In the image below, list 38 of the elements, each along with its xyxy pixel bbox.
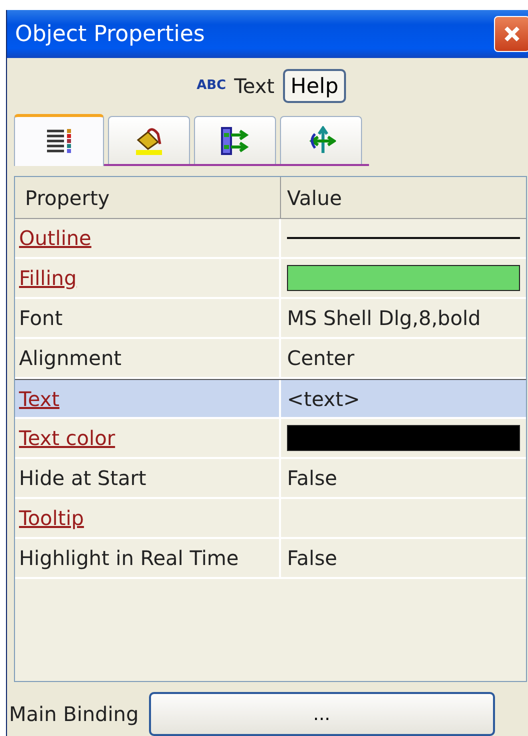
paint-bucket-icon [134, 126, 164, 156]
property-link[interactable]: Outline [19, 223, 92, 253]
close-icon [502, 24, 522, 44]
property-link[interactable]: Text [19, 384, 60, 414]
property-value: False [287, 465, 338, 492]
list-icon [46, 128, 72, 156]
table-row[interactable]: Outline [15, 219, 526, 259]
object-type-label: Text [234, 73, 275, 100]
property-value: <text> [287, 386, 360, 412]
property-value: False [287, 545, 338, 572]
property-name: Hide at Start [19, 465, 146, 492]
column-header: Value [286, 184, 343, 212]
object-type-icon: ABC [196, 76, 226, 96]
close-button[interactable] [494, 16, 528, 52]
property-name: Highlight in Real Time [19, 545, 239, 572]
property-value: Center [287, 345, 354, 372]
table-row[interactable]: Filling [15, 259, 526, 299]
window-title: Object Properties [15, 20, 205, 48]
tab[interactable] [108, 116, 190, 164]
column-header: Property [15, 177, 281, 218]
help-button[interactable]: Help [282, 69, 346, 103]
property-name: Alignment [19, 345, 122, 372]
table-row[interactable]: Tooltip [15, 499, 526, 539]
property-link[interactable]: Tooltip [19, 503, 84, 533]
property-link[interactable]: Text color [19, 423, 116, 453]
table-row[interactable]: Text <text> [15, 379, 526, 419]
table-row[interactable]: Font MS Shell Dlg,8,bold [15, 299, 526, 339]
property-value: MS Shell Dlg,8,bold [287, 305, 481, 332]
table-row[interactable]: Text color [15, 419, 526, 459]
tab[interactable] [194, 116, 276, 164]
binding-button[interactable]: ... [148, 692, 495, 736]
tab[interactable] [14, 114, 104, 166]
property-link[interactable]: Filling [19, 263, 77, 293]
property-name: Font [19, 305, 63, 332]
table-row[interactable]: Highlight in Real Time False [15, 539, 526, 579]
binding-label: Main Binding [9, 701, 139, 728]
connector-icon [220, 126, 250, 156]
table-row[interactable]: Hide at Start False [15, 459, 526, 499]
